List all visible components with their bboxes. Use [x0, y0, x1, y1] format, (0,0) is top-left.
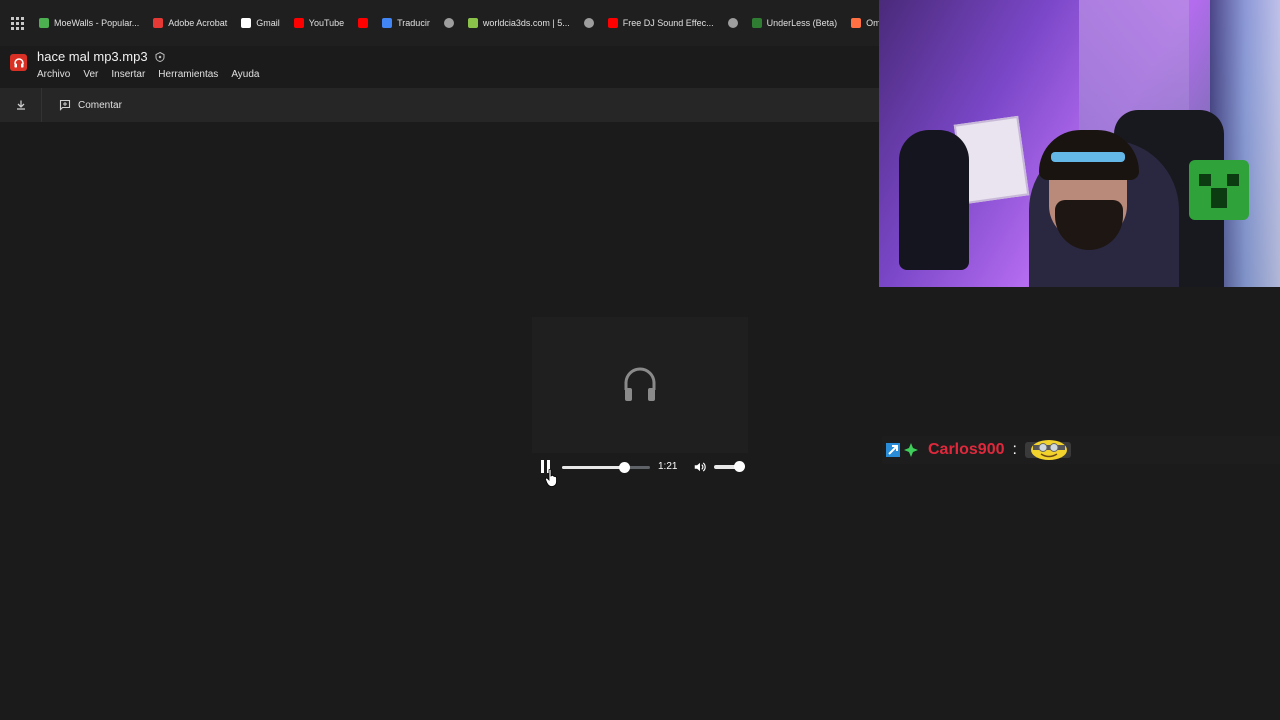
headphones-icon — [624, 367, 656, 401]
bookmark-item[interactable] — [443, 18, 454, 28]
bookmark-favicon-icon — [153, 18, 164, 28]
prime-badge-icon — [886, 443, 900, 457]
add-comment-icon — [59, 99, 71, 111]
menu-bar: Archivo Ver Insertar Herramientas Ayuda — [37, 69, 260, 80]
bookmark-list: MoeWalls - Popular... Adobe Acrobat Gmail Y… — [39, 18, 880, 28]
mouse-cursor-icon — [545, 469, 557, 487]
bookmark-item[interactable]: Traducir — [382, 18, 430, 28]
bookmarks-bar: MoeWalls - Popular... Adobe Acrobat Gmail Y… — [0, 0, 880, 46]
bookmark-item[interactable]: MoeWalls - Popular... — [39, 18, 139, 28]
bookmark-item[interactable]: UnderLess (Beta) — [751, 18, 838, 28]
bookmark-favicon-icon — [39, 18, 49, 28]
file-title[interactable]: hace mal mp3.mp3 — [37, 49, 148, 64]
volume-slider[interactable] — [714, 461, 745, 472]
bookmark-favicon-icon — [443, 18, 454, 28]
file-title-row: hace mal mp3.mp3 — [37, 49, 166, 64]
bookmark-label: YouTube — [308, 18, 345, 28]
bookmark-item[interactable] — [727, 18, 738, 28]
menu-archivo[interactable]: Archivo — [37, 69, 70, 80]
bookmark-favicon-icon — [241, 18, 252, 28]
bookmark-favicon-icon — [293, 18, 304, 28]
bookmark-favicon-icon — [358, 18, 369, 28]
bookmark-favicon-icon — [851, 18, 862, 28]
audio-file-icon — [10, 54, 27, 71]
bookmark-label: OmeTV Video Chat... — [866, 18, 880, 28]
screen: MoeWalls - Popular... Adobe Acrobat Gmail Y… — [0, 0, 1280, 720]
bookmark-label: Traducir — [397, 18, 430, 28]
bookmark-favicon-icon — [382, 18, 393, 28]
sparkle-badge-icon — [904, 443, 918, 457]
webcam-overlay — [879, 0, 1280, 287]
toolbar: Comentar — [0, 88, 880, 122]
bookmark-item[interactable]: Free DJ Sound Effec... — [607, 18, 714, 28]
chat-separator: : — [1012, 441, 1017, 458]
bookmark-label: Gmail — [256, 18, 280, 28]
seek-progress — [562, 466, 625, 469]
chat-username: Carlos900 — [928, 441, 1005, 458]
comment-label: Comentar — [78, 99, 122, 111]
bookmark-item[interactable]: OmeTV Video Chat... — [851, 18, 880, 28]
bookmark-favicon-icon — [751, 18, 762, 28]
bookmark-favicon-icon — [467, 18, 478, 28]
comment-button[interactable]: Comentar — [59, 99, 122, 111]
audio-preview — [532, 317, 748, 453]
bookmark-label: worldcia3ds.com | 5... — [482, 18, 570, 28]
menu-herramientas[interactable]: Herramientas — [158, 69, 218, 80]
menu-insertar[interactable]: Insertar — [111, 69, 145, 80]
bookmark-item[interactable]: YouTube — [293, 18, 345, 28]
bookmark-favicon-icon — [583, 18, 594, 28]
menu-ver[interactable]: Ver — [83, 69, 98, 80]
audio-controls: 1:21 — [532, 456, 748, 478]
minion-emote-icon — [1024, 440, 1071, 460]
bookmark-label: MoeWalls - Popular... — [54, 18, 140, 28]
bookmark-label: Free DJ Sound Effec... — [622, 18, 714, 28]
bookmark-favicon-icon — [727, 18, 738, 28]
file-header: hace mal mp3.mp3 Archivo Ver Insertar He… — [0, 46, 880, 88]
volume-thumb[interactable] — [734, 461, 745, 472]
apps-grid-icon[interactable] — [9, 15, 25, 31]
volume-icon[interactable] — [693, 460, 707, 474]
bookmark-item[interactable] — [358, 18, 369, 28]
bookmark-item[interactable]: Gmail — [241, 18, 280, 28]
bookmark-item[interactable]: Adobe Acrobat — [153, 18, 227, 28]
share-status-icon[interactable] — [154, 51, 166, 63]
menu-ayuda[interactable]: Ayuda — [231, 69, 259, 80]
bookmark-item[interactable]: worldcia3ds.com | 5... — [467, 18, 570, 28]
bookmark-item[interactable] — [583, 18, 594, 28]
bookmark-favicon-icon — [607, 18, 618, 28]
chat-message: Carlos900 : — [882, 436, 1280, 464]
download-button[interactable] — [0, 88, 42, 122]
bookmark-label: Adobe Acrobat — [168, 18, 228, 28]
seek-bar[interactable] — [562, 462, 650, 473]
seek-thumb[interactable] — [619, 462, 631, 473]
current-time: 1:21 — [658, 461, 678, 472]
bookmark-label: UnderLess (Beta) — [766, 18, 838, 28]
download-icon — [16, 100, 25, 110]
